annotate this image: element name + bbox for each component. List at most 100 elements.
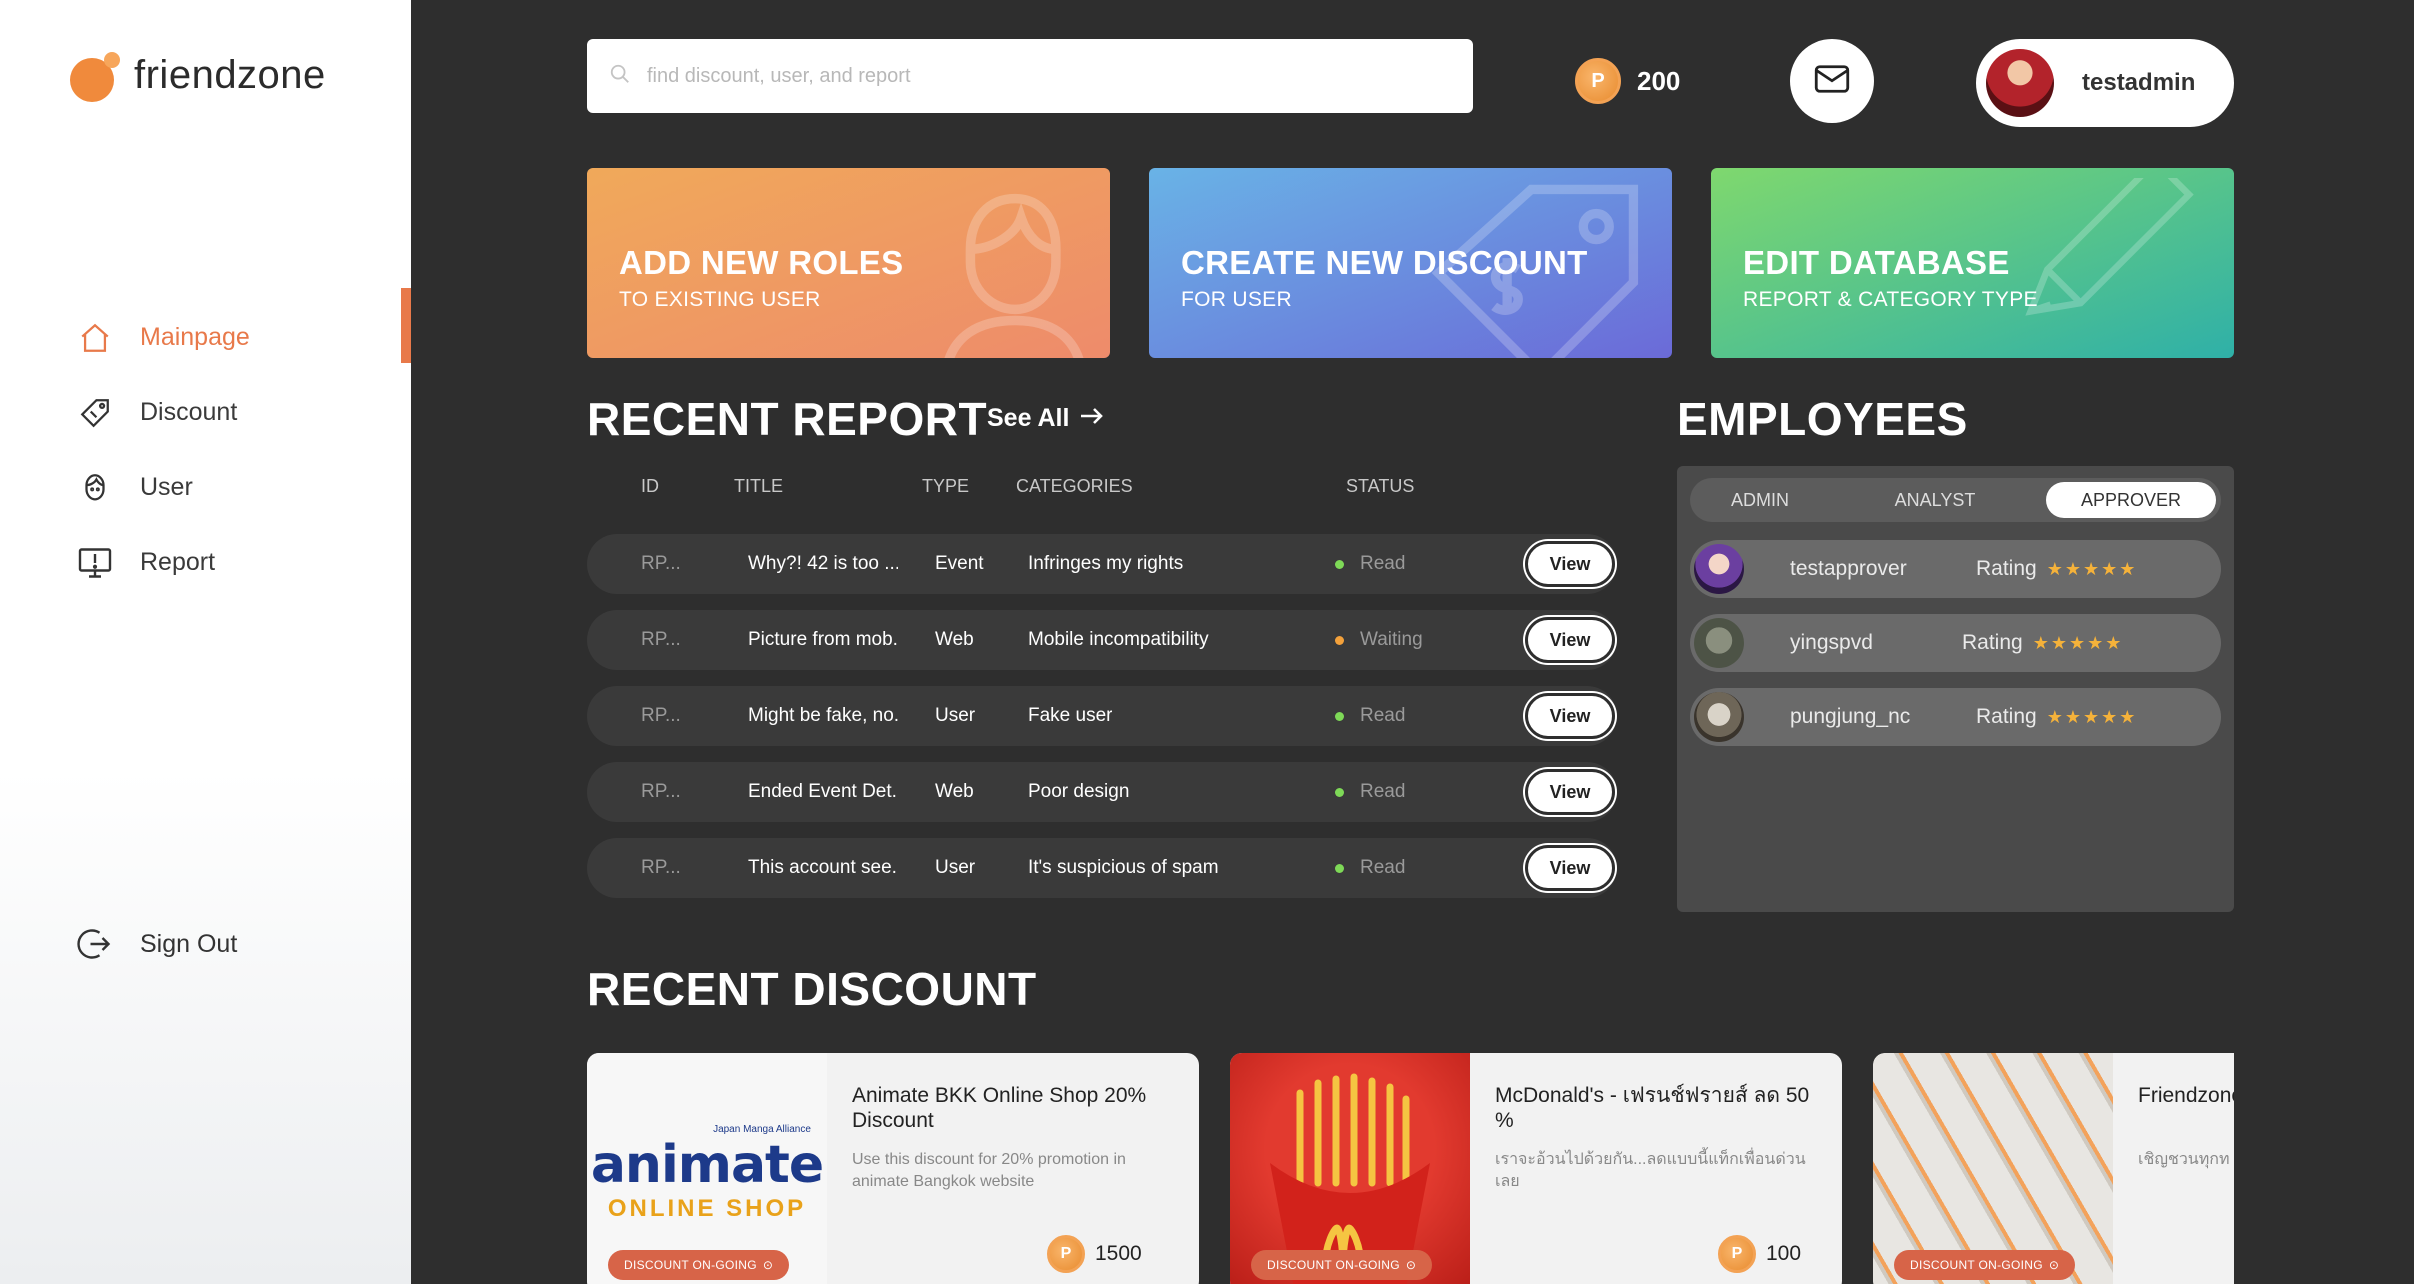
- logo-caption: Japan Manga Alliance: [713, 1123, 811, 1135]
- status-label: Read: [1360, 705, 1406, 726]
- badge-label: DISCOUNT ON-GOING: [624, 1258, 757, 1272]
- star-rating-icon: ★★★★★: [2032, 632, 2124, 653]
- table-row: RP... Ended Event Det... Web Poor design…: [587, 762, 1617, 822]
- search-bar[interactable]: [587, 39, 1473, 113]
- app-logo[interactable]: friendzone: [70, 48, 326, 102]
- report-category: Fake user: [1028, 705, 1113, 726]
- employee-rating: Rating ★★★★★: [1962, 614, 2123, 672]
- employee-row[interactable]: yingspvd Rating ★★★★★: [1690, 614, 2221, 672]
- sign-out-button[interactable]: Sign Out: [76, 925, 237, 963]
- status-label: Read: [1360, 857, 1406, 878]
- report-category: Poor design: [1028, 781, 1130, 802]
- status-label: Read: [1360, 781, 1406, 802]
- rating-label: Rating: [1962, 631, 2023, 654]
- report-title: Might be fake, no...: [748, 705, 898, 726]
- employee-name: pungjung_nc: [1790, 705, 1911, 728]
- sidebar-item-label: Mainpage: [140, 323, 250, 351]
- sidebar-item-discount[interactable]: Discount: [76, 375, 411, 450]
- home-icon: [76, 319, 114, 357]
- create-new-discount-card[interactable]: CREATE NEW DISCOUNT FOR USER: [1149, 168, 1672, 358]
- badge-label: DISCOUNT ON-GOING: [1910, 1258, 2043, 1272]
- column-header-categories: CATEGORIES: [1016, 476, 1133, 496]
- report-id: RP...: [641, 705, 681, 726]
- recent-report-title: RECENT REPORT: [587, 393, 988, 445]
- view-button[interactable]: View: [1525, 541, 1615, 587]
- table-row: RP... Why?! 42 is too ... Event Infringe…: [587, 534, 1617, 594]
- sign-out-label: Sign Out: [140, 929, 238, 958]
- table-row: RP... Picture from mob... Web Mobile inc…: [587, 610, 1617, 670]
- logo-icon: [70, 48, 124, 102]
- discount-title: Friendzone เข้างานเปิด: [2138, 1084, 2234, 1107]
- status-badge: DISCOUNT ON-GOING ⊙: [1894, 1250, 2076, 1280]
- report-title: Why?! 42 is too ...: [748, 553, 898, 574]
- sidebar-item-report[interactable]: Report: [76, 525, 411, 600]
- report-status: Read: [1335, 838, 1405, 898]
- arrow-right-icon: [1079, 404, 1105, 433]
- price-value: 100: [1766, 1242, 1802, 1265]
- report-title: This account see...: [748, 857, 898, 878]
- sidebar-item-label: Report: [140, 548, 216, 576]
- column-header-id: ID: [641, 476, 659, 496]
- rating-label: Rating: [1976, 557, 2037, 580]
- report-category: Mobile incompatibility: [1028, 629, 1209, 650]
- tab-analyst[interactable]: ANALYST: [1880, 478, 1990, 522]
- employee-rating: Rating ★★★★★: [1976, 540, 2137, 598]
- add-new-roles-card[interactable]: ADD NEW ROLES TO EXISTING USER: [587, 168, 1110, 358]
- profile-button[interactable]: testadmin: [1976, 39, 2234, 127]
- report-status: Read: [1335, 534, 1405, 594]
- sidebar-item-label: User: [140, 473, 193, 501]
- main-nav: Mainpage Discount User Report: [76, 288, 411, 600]
- rating-label: Rating: [1976, 705, 2037, 728]
- report-category: Infringes my rights: [1028, 553, 1184, 574]
- avatar: [1694, 618, 1744, 668]
- profile-username: testadmin: [2082, 69, 2196, 96]
- pencil-icon: [2025, 178, 2194, 316]
- report-type: Web: [935, 629, 974, 650]
- column-header-type: TYPE: [922, 476, 970, 496]
- table-row: RP... This account see... User It's susp…: [587, 838, 1617, 898]
- avatar: [1694, 692, 1744, 742]
- edit-database-card[interactable]: EDIT DATABASE REPORT & CATEGORY TYPE: [1711, 168, 2234, 358]
- report-type: User: [935, 857, 976, 878]
- employee-row[interactable]: pungjung_nc Rating ★★★★★: [1690, 688, 2221, 746]
- logo-wordmark: animate: [590, 1134, 824, 1195]
- discount-card[interactable]: Friendzone เข้างานเปิด เชิญชวนทุกท Frien…: [1873, 1053, 2234, 1284]
- sidebar-item-label: Discount: [140, 398, 238, 426]
- view-button[interactable]: View: [1525, 845, 1615, 891]
- report-icon: [76, 544, 114, 582]
- status-label: Waiting: [1360, 629, 1423, 650]
- mail-button[interactable]: [1790, 39, 1874, 123]
- view-button[interactable]: View: [1525, 693, 1615, 739]
- employee-row[interactable]: testapprover Rating ★★★★★: [1690, 540, 2221, 598]
- search-input[interactable]: [647, 64, 1427, 88]
- view-button[interactable]: View: [1525, 769, 1615, 815]
- discount-card[interactable]: Japan Manga Alliance animate ONLINE SHOP…: [587, 1053, 1199, 1284]
- status-dot: [1335, 863, 1344, 873]
- view-button[interactable]: View: [1525, 617, 1615, 663]
- report-title: Picture from mob...: [748, 629, 898, 650]
- tab-admin[interactable]: ADMIN: [1710, 478, 1810, 522]
- sidebar-item-user[interactable]: User: [76, 450, 411, 525]
- status-dot: [1335, 635, 1344, 645]
- report-type: Web: [935, 781, 974, 802]
- user-icon: [76, 469, 114, 507]
- discount-description: Use this discount for 20% promotion in a…: [852, 1151, 1126, 1191]
- report-id: RP...: [641, 553, 681, 574]
- status-dot: [1335, 787, 1344, 797]
- report-type: User: [935, 705, 976, 726]
- tab-approver[interactable]: APPROVER: [2046, 482, 2216, 518]
- report-id: RP...: [641, 629, 681, 650]
- sidebar-item-mainpage[interactable]: Mainpage: [76, 288, 411, 375]
- employee-name: testapprover: [1790, 557, 1907, 580]
- see-all-link[interactable]: See All: [987, 404, 1105, 433]
- report-status: Read: [1335, 762, 1405, 822]
- report-status: Read: [1335, 686, 1405, 746]
- discount-description: เชิญชวนทุกท Friendzone: [2138, 1151, 2234, 1168]
- discount-card[interactable]: McDonald's - เฟรนช์ฟรายส์ ลด 50 % เราจะอ…: [1230, 1053, 1842, 1284]
- points-value: 200: [1637, 65, 1681, 96]
- column-header-status: STATUS: [1346, 476, 1415, 496]
- report-status: Waiting: [1335, 610, 1423, 670]
- person-icon: [944, 193, 1084, 358]
- avatar: [1694, 544, 1744, 594]
- employee-name: yingspvd: [1790, 631, 1873, 654]
